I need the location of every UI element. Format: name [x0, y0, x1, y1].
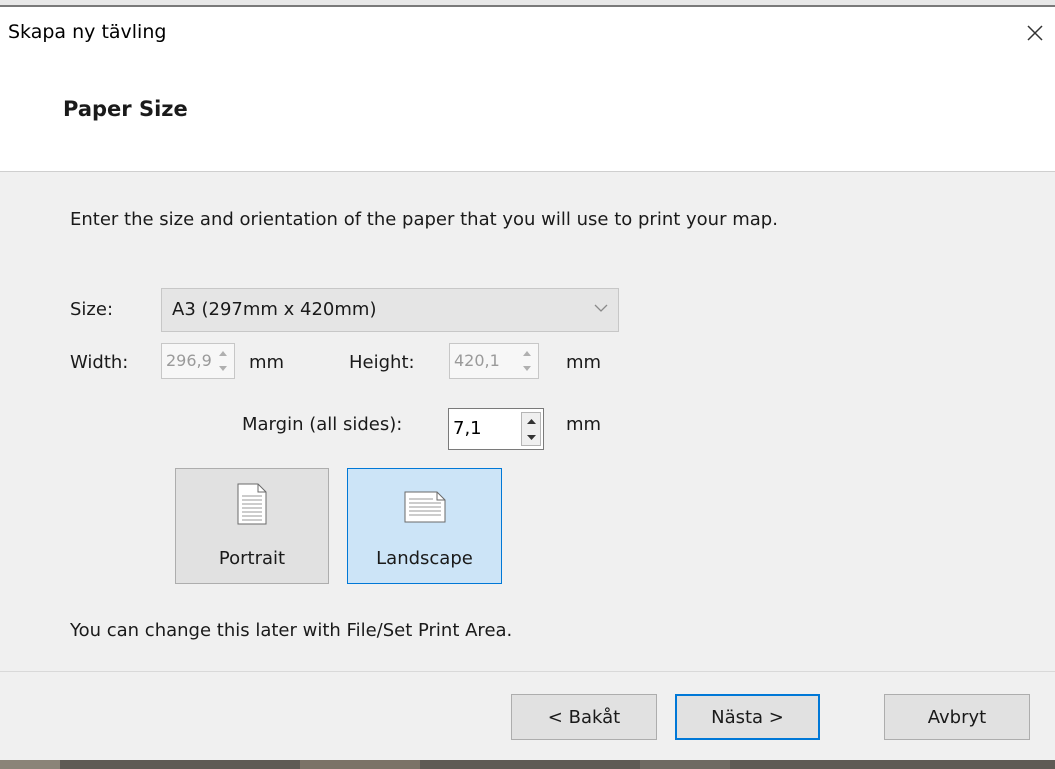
margin-value: 7,1: [453, 418, 482, 439]
height-value: 420,1: [454, 351, 500, 370]
portrait-button[interactable]: Portrait: [175, 468, 329, 584]
width-increase-button[interactable]: [214, 346, 232, 361]
down-arrow-icon: [219, 366, 227, 371]
background-window-strip: [0, 0, 1055, 7]
title-bar: Skapa ny tävling: [0, 7, 1055, 57]
page-heading: Paper Size: [63, 97, 188, 121]
height-stepper[interactable]: 420,1: [449, 343, 539, 379]
paper-size-value: A3 (297mm x 420mm): [172, 299, 377, 320]
height-spin-buttons[interactable]: [518, 346, 536, 376]
margin-decrease-button[interactable]: [522, 429, 540, 445]
width-label: Width:: [70, 352, 129, 373]
cancel-button[interactable]: Avbryt: [884, 694, 1030, 740]
margin-stepper[interactable]: 7,1: [448, 408, 544, 450]
down-arrow-icon: [523, 366, 531, 371]
landscape-label: Landscape: [376, 548, 473, 569]
width-unit: mm: [249, 352, 285, 373]
portrait-label: Portrait: [218, 548, 286, 569]
height-increase-button[interactable]: [518, 346, 536, 361]
close-icon: [1027, 25, 1043, 41]
down-arrow-icon: [526, 434, 536, 440]
width-stepper[interactable]: 296,9: [161, 343, 235, 379]
margin-increase-button[interactable]: [522, 413, 540, 429]
wizard-content: Enter the size and orientation of the pa…: [0, 172, 1055, 671]
width-value: 296,9: [166, 351, 212, 370]
width-spin-buttons[interactable]: [214, 346, 232, 376]
width-decrease-button[interactable]: [214, 361, 232, 376]
margin-spin-buttons[interactable]: [521, 412, 541, 446]
window-title: Skapa ny tävling: [8, 21, 167, 43]
height-unit: mm: [566, 352, 602, 373]
background-window-strip-bottom: [0, 760, 1055, 769]
height-decrease-button[interactable]: [518, 361, 536, 376]
chevron-down-icon: [594, 304, 608, 312]
close-button[interactable]: [1015, 13, 1055, 53]
size-label: Size:: [70, 299, 114, 320]
up-arrow-icon: [523, 351, 531, 356]
wizard-header: Paper Size: [0, 57, 1055, 171]
note-text: You can change this later with File/Set …: [70, 620, 513, 641]
back-button[interactable]: < Bakåt: [511, 694, 657, 740]
portrait-page-icon: [237, 483, 267, 525]
margin-unit: mm: [566, 414, 602, 435]
up-arrow-icon: [219, 351, 227, 356]
landscape-page-icon: [404, 491, 445, 523]
instruction-text: Enter the size and orientation of the pa…: [70, 209, 778, 230]
wizard-footer: < Bakåt Nästa > Avbryt: [0, 672, 1055, 760]
next-button[interactable]: Nästa >: [675, 694, 820, 740]
margin-label: Margin (all sides):: [242, 414, 403, 435]
up-arrow-icon: [526, 418, 536, 424]
paper-size-select[interactable]: A3 (297mm x 420mm): [161, 288, 619, 332]
height-label: Height:: [349, 352, 415, 373]
landscape-button[interactable]: Landscape: [347, 468, 502, 584]
